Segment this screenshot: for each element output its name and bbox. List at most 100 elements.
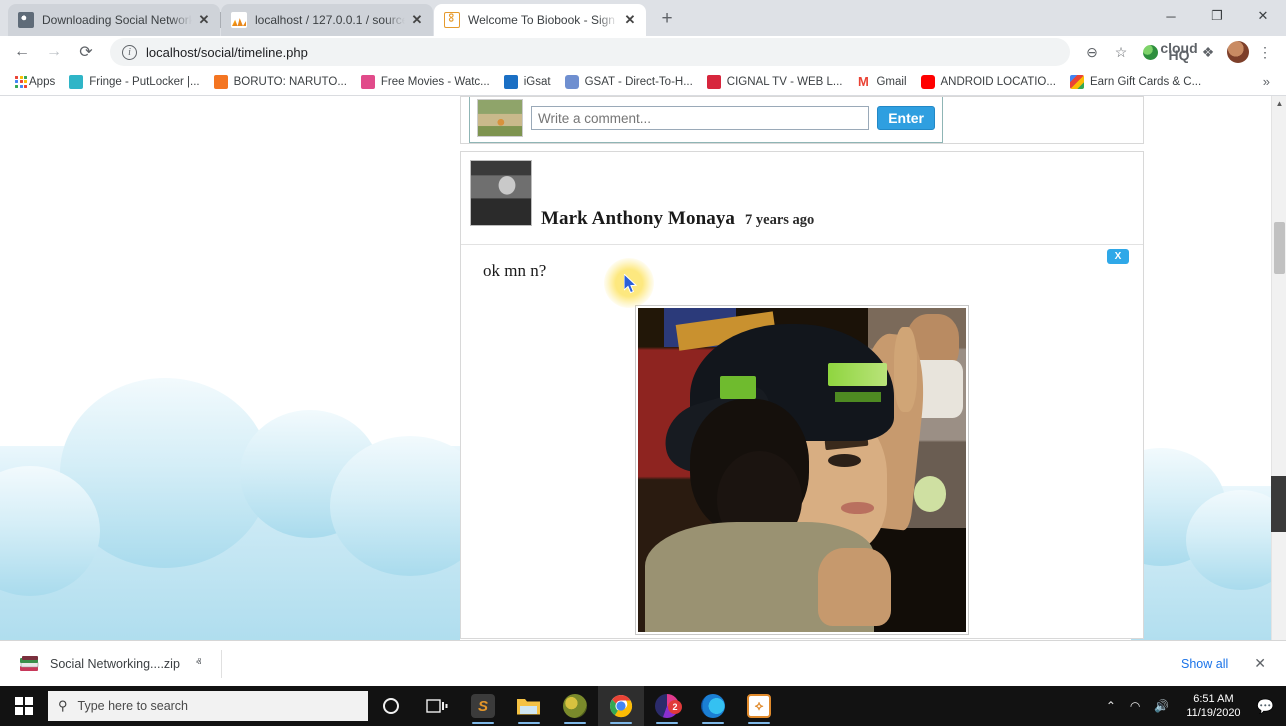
- apps-grid-icon: [15, 75, 29, 88]
- biobook-icon: [444, 12, 460, 28]
- reload-icon[interactable]: ⟳: [72, 38, 100, 66]
- wifi-icon[interactable]: ◠: [1123, 699, 1147, 713]
- bookmark-label: Gmail: [876, 75, 907, 88]
- task-view-icon[interactable]: [414, 686, 460, 726]
- download-shelf-actions: Show all ✕: [1169, 651, 1276, 677]
- youtube-icon: [920, 74, 935, 89]
- chevron-up-icon[interactable]: ⱏ: [196, 657, 201, 670]
- avatar[interactable]: [1227, 41, 1249, 63]
- zoom-icon[interactable]: ⊖: [1079, 39, 1105, 65]
- address-bar-url: localhost/social/timeline.php: [146, 44, 308, 60]
- start-button[interactable]: [0, 686, 48, 726]
- bookmark-label: GSAT - Direct-To-H...: [584, 75, 693, 88]
- bookmark-item-0[interactable]: Fringe - PutLocker |...: [62, 71, 206, 93]
- close-icon[interactable]: ✕: [196, 12, 212, 28]
- xampp-icon[interactable]: ⟡: [736, 686, 782, 726]
- avatar: [477, 99, 523, 137]
- forward-icon[interactable]: →: [40, 38, 68, 66]
- bookmark-item-1[interactable]: BORUTO: NARUTO...: [207, 71, 354, 93]
- chrome-browser-window: Downloading Social Networking ✕ localhos…: [0, 0, 1286, 686]
- bookmarks-overflow-icon[interactable]: »: [1255, 74, 1278, 89]
- close-icon[interactable]: ✕: [622, 12, 638, 28]
- comment-submit-button[interactable]: Enter: [877, 106, 935, 130]
- globe-extension-icon[interactable]: [1137, 39, 1163, 65]
- maximize-button[interactable]: ❐: [1194, 0, 1240, 32]
- vertical-scrollbar[interactable]: ▲ ▼: [1271, 96, 1286, 686]
- bookmark-item-6[interactable]: M Gmail: [849, 71, 913, 93]
- bookmark-apps[interactable]: Apps: [8, 71, 62, 93]
- close-icon[interactable]: X: [1107, 249, 1129, 264]
- chevron-up-icon[interactable]: ⌃: [1099, 699, 1123, 713]
- windows-taskbar: ⚲ Type here to search S 2 ⟡ ⌃ ◠ 🔊 6:51 A…: [0, 686, 1286, 726]
- download-item[interactable]: Social Networking....zip ⱏ: [10, 647, 209, 681]
- bookmark-item-3[interactable]: iGsat: [497, 71, 558, 93]
- scrollbar-thumb[interactable]: [1274, 222, 1285, 274]
- close-window-button[interactable]: ✕: [1240, 0, 1286, 32]
- bookmark-label: Free Movies - Watc...: [380, 75, 490, 88]
- zip-archive-icon: [18, 653, 40, 675]
- taskbar-search-box[interactable]: ⚲ Type here to search: [48, 691, 368, 721]
- new-tab-button[interactable]: +: [653, 6, 681, 34]
- bookmark-item-5[interactable]: CIGNAL TV - WEB L...: [700, 71, 850, 93]
- timeline-column: Enter Mark Anthony Monaya 7 years ago X: [460, 96, 1144, 639]
- media-player-icon[interactable]: 2: [644, 686, 690, 726]
- chrome-menu-icon[interactable]: ⋮: [1252, 39, 1278, 65]
- clock-date: 11/19/2020: [1186, 707, 1241, 719]
- microsoft-edge-icon[interactable]: [690, 686, 736, 726]
- cloudhq-extension-icon[interactable]: cloud HQ: [1160, 39, 1197, 65]
- tab-strip: Downloading Social Networking ✕ localhos…: [0, 0, 1286, 36]
- comment-composer: Enter: [469, 97, 943, 143]
- gift-cards-icon: [1069, 74, 1084, 89]
- google-chrome-icon[interactable]: [598, 686, 644, 726]
- play-circle-icon: [69, 74, 84, 89]
- close-icon[interactable]: ✕: [409, 12, 425, 28]
- post-author-name[interactable]: Mark Anthony Monaya: [541, 208, 735, 230]
- cignal-icon: [706, 74, 721, 89]
- toolbar-icons: ⊖ ☆ cloud HQ ❖ ⋮: [1076, 39, 1278, 65]
- scrollbar-track-mark: [1271, 476, 1286, 532]
- clock-time: 6:51 AM: [1193, 693, 1234, 705]
- site-info-icon[interactable]: i: [122, 44, 137, 60]
- bookmark-star-icon[interactable]: ☆: [1108, 39, 1134, 65]
- tab-title: localhost / 127.0.0.1 / sourcecod: [255, 13, 405, 27]
- post-text: ok mn n?: [483, 261, 547, 280]
- back-icon[interactable]: ←: [8, 38, 36, 66]
- bookmark-item-7[interactable]: ANDROID LOCATIO...: [914, 71, 1063, 93]
- page-scroll-area: Enter Mark Anthony Monaya 7 years ago X: [0, 96, 1271, 686]
- extensions-icon[interactable]: ❖: [1195, 39, 1221, 65]
- volume-icon[interactable]: 🔊: [1147, 699, 1176, 713]
- minimize-button[interactable]: ─: [1148, 0, 1194, 32]
- scroll-up-icon[interactable]: ▲: [1272, 96, 1286, 111]
- comment-input[interactable]: [531, 106, 870, 130]
- divider: [221, 649, 223, 678]
- post-photo[interactable]: [635, 305, 969, 635]
- play-circle-icon: [360, 74, 375, 89]
- browser-tab-1[interactable]: localhost / 127.0.0.1 / sourcecod ✕: [221, 4, 433, 36]
- tab-title: Welcome To Biobook - Sign up,: [468, 13, 618, 27]
- show-all-downloads-button[interactable]: Show all: [1169, 651, 1240, 677]
- system-tray: ⌃ ◠ 🔊 6:51 AM 11/19/2020 💬: [1099, 692, 1286, 720]
- bookmark-label: Earn Gift Cards & C...: [1089, 75, 1202, 88]
- taskbar-clock[interactable]: 6:51 AM 11/19/2020: [1176, 692, 1250, 720]
- post-meta: Mark Anthony Monaya 7 years ago: [541, 208, 814, 230]
- browser-tab-2[interactable]: Welcome To Biobook - Sign up, ✕: [434, 4, 646, 36]
- sublime-text-icon[interactable]: S: [460, 686, 506, 726]
- gimp-icon[interactable]: [552, 686, 598, 726]
- notifications-icon[interactable]: 💬: [1251, 698, 1286, 715]
- cortana-icon[interactable]: [368, 686, 414, 726]
- address-bar[interactable]: i localhost/social/timeline.php: [110, 38, 1070, 66]
- tab-title: Downloading Social Networking: [42, 13, 192, 27]
- tv-icon: [503, 74, 518, 89]
- bookmark-item-8[interactable]: Earn Gift Cards & C...: [1063, 71, 1208, 93]
- page-viewport: Enter Mark Anthony Monaya 7 years ago X: [0, 96, 1286, 686]
- bookmark-item-4[interactable]: GSAT - Direct-To-H...: [558, 71, 700, 93]
- file-explorer-icon[interactable]: [506, 686, 552, 726]
- bookmark-item-2[interactable]: Free Movies - Watc...: [354, 71, 497, 93]
- close-icon[interactable]: ✕: [1254, 655, 1266, 672]
- browser-tab-0[interactable]: Downloading Social Networking ✕: [8, 4, 221, 36]
- gmail-icon: M: [856, 73, 871, 89]
- avatar[interactable]: [470, 160, 532, 226]
- bookmark-label: Fringe - PutLocker |...: [89, 75, 200, 88]
- magnifier-icon: ⚲: [58, 698, 68, 713]
- phpmyadmin-icon: [231, 12, 247, 28]
